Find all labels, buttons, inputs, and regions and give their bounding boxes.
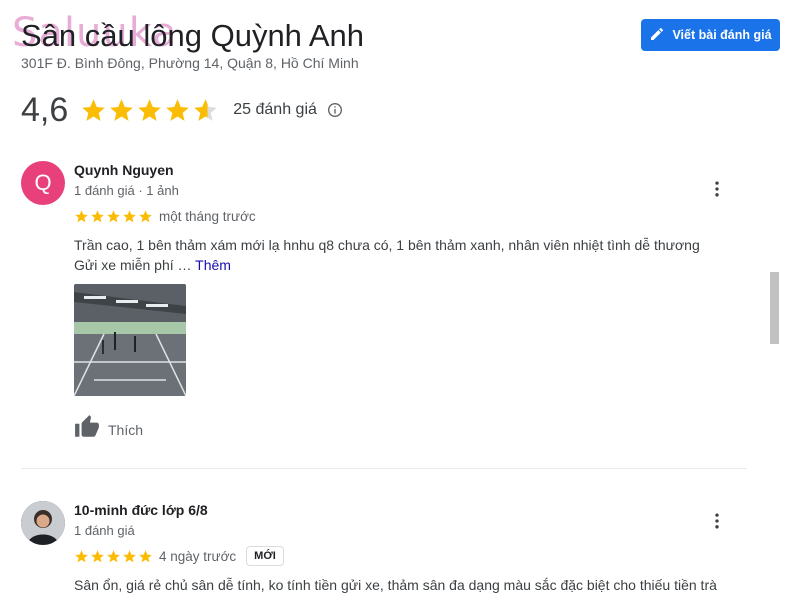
review-divider (21, 468, 747, 469)
star-icon (123, 209, 136, 222)
review-time: 4 ngày trước (159, 548, 237, 564)
new-badge: MỚI (246, 546, 284, 566)
star-icon (91, 209, 104, 222)
scrollbar-thumb[interactable] (770, 272, 779, 344)
review-text-line: Sân ổn, giá rẻ chủ sân dễ tính, ko tính … (74, 577, 717, 593)
avatar-letter: Q (34, 170, 52, 195)
thumbs-up-icon (74, 414, 100, 445)
more-options-button[interactable] (705, 509, 729, 533)
review-stars (74, 549, 153, 564)
review-text: Sân ổn, giá rẻ chủ sân dễ tính, ko tính … (74, 575, 744, 595)
rating-stars (80, 97, 219, 124)
info-icon[interactable] (327, 102, 343, 118)
more-options-button[interactable] (705, 177, 729, 201)
badminton-court-photo (74, 284, 186, 396)
review-author[interactable]: Quynh Nguyen (74, 161, 744, 179)
star-icon (194, 98, 218, 121)
star-icon (139, 549, 152, 562)
pencil-icon (649, 26, 665, 45)
rating-summary: 4,6 25 đánh giá (21, 88, 343, 132)
star-icon (138, 98, 162, 121)
star-icon (91, 549, 104, 562)
like-button[interactable]: Thích (74, 414, 143, 445)
place-title: Sân cầu lông Quỳnh Anh (21, 18, 364, 53)
star-icon (166, 98, 190, 121)
avatar[interactable]: Q (21, 161, 65, 205)
place-address: 301F Đ. Bình Đông, Phường 14, Quận 8, Hồ… (21, 55, 359, 71)
more-vert-icon (715, 181, 719, 197)
more-vert-icon (715, 513, 719, 529)
review-author-meta: 1 đánh giá (74, 523, 135, 538)
review-author-meta: 1 đánh giá · 1 ảnh (74, 183, 179, 198)
star-icon (82, 98, 106, 121)
star-icon (75, 549, 88, 562)
star-icon (107, 549, 120, 562)
review-time: một tháng trước (159, 208, 256, 224)
review-count[interactable]: 25 đánh giá (233, 101, 317, 119)
read-more-link[interactable]: Thêm (195, 257, 231, 273)
review-text-line: Trần cao, 1 bên thảm xám mới lạ hnhu q8 … (74, 237, 700, 253)
avatar[interactable] (21, 501, 65, 545)
star-icon (75, 209, 88, 222)
review-text: Trần cao, 1 bên thảm xám mới lạ hnhu q8 … (74, 235, 744, 275)
review-item: Q Quynh Nguyen 1 đánh giá · 1 ảnh một th… (21, 161, 751, 461)
user-photo-icon (21, 501, 65, 545)
like-label: Thích (108, 421, 144, 438)
review-author[interactable]: 10-minh đức lớp 6/8 (74, 501, 744, 519)
review-photo[interactable] (74, 284, 186, 396)
star-icon (110, 98, 134, 121)
rating-value: 4,6 (21, 90, 69, 129)
star-icon (107, 209, 120, 222)
review-item: 10-minh đức lớp 6/8 1 đánh giá 4 ngày tr… (21, 501, 751, 600)
review-text-line: Gửi xe miễn phí … (74, 257, 192, 273)
star-icon (139, 209, 152, 222)
write-review-label: Viết bài đánh giá (672, 28, 772, 42)
write-review-button[interactable]: Viết bài đánh giá (641, 19, 780, 51)
star-icon (123, 549, 136, 562)
review-stars (74, 209, 153, 224)
